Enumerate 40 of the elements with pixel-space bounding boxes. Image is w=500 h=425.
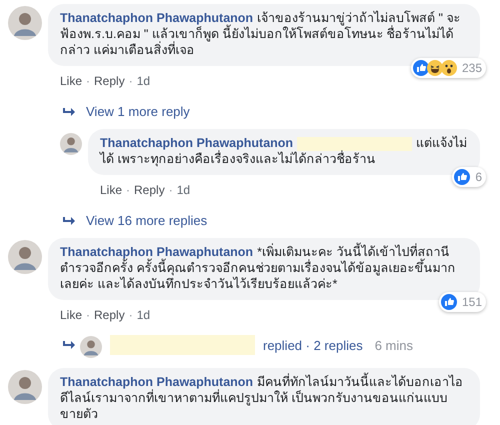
comment-text: Thanatchaphon Phawaphutanon มีคนที่ทักไลน์มาวันนี้และได้บอกเอาไอดีไลน์เรามาจากที่เขาหาตามที่แคปรูปมาให้ เป็นพวกรับงานขอนแก่นแบบขายตัว [60,374,468,422]
avatar-icon[interactable] [8,6,42,40]
avatar-icon[interactable] [60,133,82,155]
like-link[interactable]: Like [60,74,82,88]
reply-link[interactable]: Reply [94,74,125,88]
avatar-icon[interactable] [80,336,102,358]
replies-link[interactable]: replied · 2 replies [263,338,363,352]
author-link[interactable]: Thanatchaphon Phawaphutanon [60,11,254,25]
view-replies-link[interactable]: View 1 more reply [86,104,190,119]
laughing-face-icon [426,60,443,76]
timestamp: 1d [176,183,190,197]
like-icon [440,294,457,310]
author-link[interactable]: Thanatchaphon Phawaphutanon [60,245,254,259]
like-icon [412,60,429,76]
view-replies-link[interactable]: View 16 more replies [86,213,208,228]
author-link[interactable]: Thanatchaphon Phawaphutanon [100,136,294,150]
separator-dot: · [128,308,133,322]
comment-text: Thanatchaphon Phawaphutanon เจ้าของร้านมาขู่ว่าถ้าไม่ลบโพสต์ " จะฟ้องพ.ร.บ.คอม " แล้วเขาก็พูด นี้ยังไม่บอกให้โพสต์ขอโทษนะ ชื่อร้านไม่ได้กล่าว แค่มาเตือนสิ่งที่เจอ [60,10,462,58]
like-link[interactable]: Like [100,183,122,197]
surprised-face-icon [440,60,457,76]
avatar-icon[interactable] [8,240,42,274]
comment-text: Thanatchaphon Phawaphutanon แต่แจ้งไม่ได้ เพราะทุกอย่างคือเรื่องจริงและไม่ได้กล่าวชื่อร้าน [100,135,468,167]
separator-dot: · [86,74,90,88]
separator-dot: · [126,183,130,197]
timestamp: 1d [136,74,150,88]
like-link[interactable]: Like [60,308,82,322]
reply-arrow-icon [62,106,76,116]
like-icon [454,169,470,185]
reply-link[interactable]: Reply [134,183,165,197]
reply-link[interactable]: Reply [94,308,125,322]
separator-dot: · [128,74,133,88]
comment-text: Thanatchaphon Phawaphutanon *เพิ่มเติมนะคะ วันนี้ได้เข้าไปที่สถานีตำรวจอีกครั้ง ครั้งนี้คุณตำรวจอีกคนช่วยตามเรื่องจนได้ข้อมูลเยอะขึ้นมากเลยค่ะ และได้ลงบันทึกประจำวันไว้เรียบร้อยแล้วค่ะ* [60,244,468,292]
timestamp: 1d [136,308,150,322]
author-link[interactable]: Thanatchaphon Phawaphutanon [60,375,254,389]
separator-dot: · [168,183,173,197]
reply-arrow-icon [62,340,76,350]
avatar-icon[interactable] [8,370,42,404]
separator-dot: · [86,308,90,322]
reply-arrow-icon [62,216,76,226]
timestamp: 6 mins [374,338,414,352]
